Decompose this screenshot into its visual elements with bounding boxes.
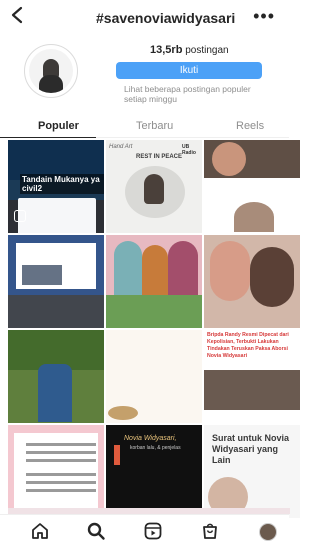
post-title: Surat untuk Novia Widyasari yang Lain (212, 433, 290, 465)
profile-avatar-icon[interactable] (259, 523, 277, 541)
post-thumbnail[interactable] (106, 235, 202, 328)
popular-hint: Lihat beberapa postingan populer setiap … (124, 84, 251, 104)
hashtag-avatar (24, 44, 78, 98)
post-heading: REST IN PEACE (136, 154, 183, 160)
tab-reels[interactable]: Reels (236, 120, 264, 132)
post-count-number: 13,5rb (150, 44, 183, 56)
chevron-left-icon[interactable] (10, 6, 32, 30)
shop-icon[interactable] (200, 521, 222, 543)
post-thumbnail[interactable] (8, 425, 104, 518)
post-thumbnail[interactable] (204, 235, 300, 328)
tab-populer[interactable]: Populer (38, 120, 79, 132)
page-title: #savenoviawidyasari (96, 10, 236, 26)
tab-terbaru[interactable]: Terbaru (136, 120, 173, 132)
more-horizontal-icon[interactable]: ••• (253, 6, 275, 27)
reels-icon (14, 210, 26, 222)
post-thumbnail[interactable] (8, 330, 104, 423)
post-thumbnail[interactable] (106, 330, 202, 423)
top-header: #savenoviawidyasari ••• (0, 0, 289, 38)
follow-button[interactable]: Ikuti (116, 62, 262, 79)
post-title: Novia Widyasari, (124, 435, 177, 442)
content-tabs: Populer Terbaru Reels (0, 112, 289, 138)
post-headline: Bripda Randy Resmi Dipecat dari Kepolisi… (207, 332, 289, 359)
post-thumbnail[interactable]: Novia Widyasari, korban lalu, & penjelas (106, 425, 202, 518)
bottom-nav (0, 514, 289, 559)
post-logo: UB Radio (182, 144, 196, 156)
post-thumbnail[interactable] (8, 235, 104, 328)
post-logo: Hand Art (109, 144, 133, 150)
post-thumbnail-reel[interactable]: Tandain Mukanya ya civil2 (8, 140, 104, 233)
search-icon[interactable] (86, 521, 108, 543)
post-subtitle: korban lalu, & penjelas (130, 445, 181, 451)
active-tab-indicator (0, 137, 96, 138)
post-count-label: postingan (185, 45, 229, 56)
home-icon[interactable] (30, 521, 52, 543)
post-grid: Tandain Mukanya ya civil2 Hand Art UB Ra… (8, 140, 300, 518)
post-thumbnail[interactable]: Surat untuk Novia Widyasari yang Lain (204, 425, 300, 518)
post-caption: Tandain Mukanya ya civil2 (20, 174, 104, 194)
post-count: 13,5rb postingan (150, 44, 229, 56)
post-thumbnail[interactable]: Hand Art UB Radio REST IN PEACE (106, 140, 202, 233)
reels-icon[interactable] (143, 521, 165, 543)
post-thumbnail[interactable] (204, 140, 300, 233)
post-thumbnail[interactable]: Bripda Randy Resmi Dipecat dari Kepolisi… (204, 330, 300, 423)
